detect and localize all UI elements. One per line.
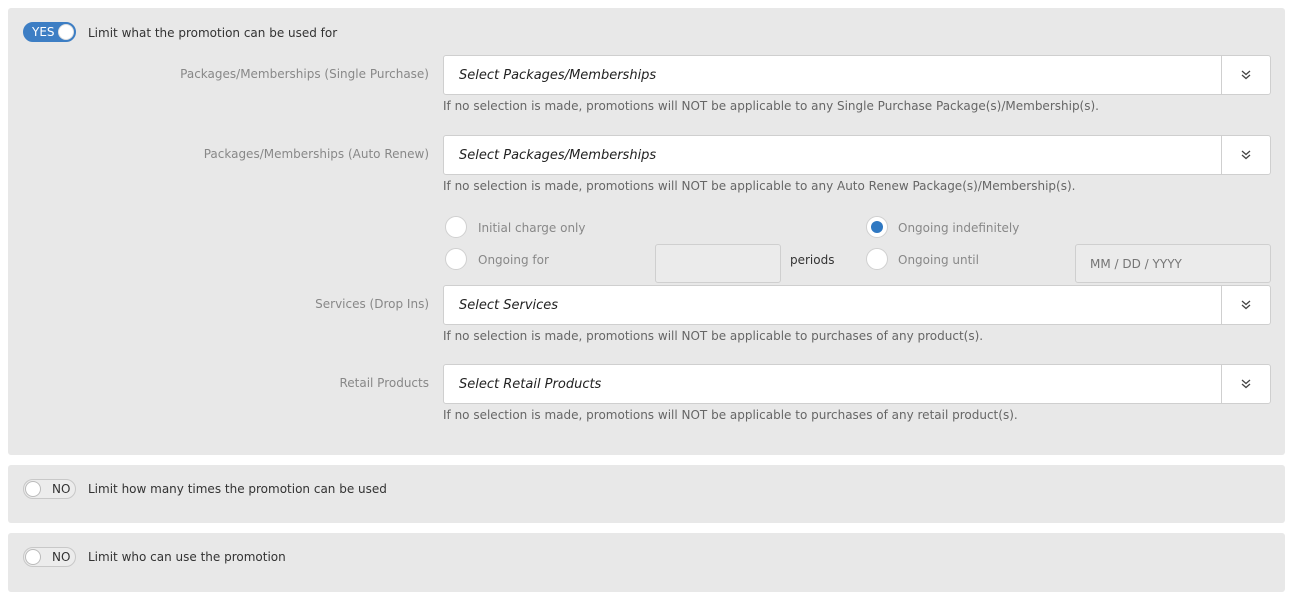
- limit-who-toggle[interactable]: NO: [23, 547, 76, 567]
- retail-select-text: Select Retail Products: [459, 377, 602, 392]
- services-select[interactable]: Select Services: [443, 285, 1271, 325]
- ongoing-until-label: Ongoing until: [898, 253, 979, 267]
- limit-who-title: Limit who can use the promotion: [88, 550, 286, 564]
- double-chevron-down-icon: [1241, 300, 1251, 310]
- toggle-state-label: NO: [52, 482, 71, 496]
- services-help: If no selection is made, promotions will…: [443, 329, 984, 343]
- radio-initial-charge[interactable]: [445, 216, 467, 238]
- limit-times-title: Limit how many times the promotion can b…: [88, 482, 387, 496]
- limit-times-toggle[interactable]: NO: [23, 479, 76, 499]
- dropdown-button[interactable]: [1221, 286, 1270, 324]
- dropdown-button[interactable]: [1221, 136, 1270, 174]
- toggle-knob: [25, 481, 41, 497]
- double-chevron-down-icon: [1241, 70, 1251, 80]
- dropdown-button[interactable]: [1221, 56, 1270, 94]
- retail-help: If no selection is made, promotions will…: [443, 408, 1018, 422]
- single-purchase-label: Packages/Memberships (Single Purchase): [180, 67, 429, 81]
- radio-ongoing-for[interactable]: [445, 248, 467, 270]
- double-chevron-down-icon: [1241, 150, 1251, 160]
- periods-label: periods: [790, 253, 835, 267]
- limit-usage-panel: YES Limit what the promotion can be used…: [8, 8, 1285, 455]
- dropdown-button[interactable]: [1221, 365, 1270, 403]
- ongoing-for-label: Ongoing for: [478, 253, 549, 267]
- auto-renew-help: If no selection is made, promotions will…: [443, 179, 1076, 193]
- services-label: Services (Drop Ins): [315, 297, 429, 311]
- retail-select[interactable]: Select Retail Products: [443, 364, 1271, 404]
- periods-input[interactable]: [655, 244, 781, 283]
- toggle-knob: [25, 549, 41, 565]
- radio-ongoing-indefinitely[interactable]: [866, 216, 888, 238]
- toggle-state-label: YES: [32, 25, 55, 39]
- services-select-text: Select Services: [459, 298, 559, 313]
- limit-who-panel: NO Limit who can use the promotion: [8, 533, 1285, 592]
- initial-charge-label: Initial charge only: [478, 221, 586, 235]
- ongoing-indefinitely-label: Ongoing indefinitely: [898, 221, 1020, 235]
- until-date-input[interactable]: [1075, 244, 1271, 283]
- toggle-state-label: NO: [52, 550, 71, 564]
- single-purchase-select[interactable]: Select Packages/Memberships: [443, 55, 1271, 95]
- radio-ongoing-until[interactable]: [866, 248, 888, 270]
- auto-renew-label: Packages/Memberships (Auto Renew): [203, 147, 429, 161]
- limit-times-panel: NO Limit how many times the promotion ca…: [8, 465, 1285, 523]
- auto-renew-select[interactable]: Select Packages/Memberships: [443, 135, 1271, 175]
- auto-renew-select-text: Select Packages/Memberships: [459, 148, 657, 163]
- limit-usage-title: Limit what the promotion can be used for: [88, 26, 338, 40]
- retail-label: Retail Products: [339, 376, 429, 390]
- limit-usage-toggle[interactable]: YES: [23, 22, 76, 42]
- double-chevron-down-icon: [1241, 379, 1251, 389]
- single-purchase-select-text: Select Packages/Memberships: [459, 68, 657, 83]
- single-purchase-help: If no selection is made, promotions will…: [443, 99, 1099, 113]
- toggle-knob: [58, 24, 74, 40]
